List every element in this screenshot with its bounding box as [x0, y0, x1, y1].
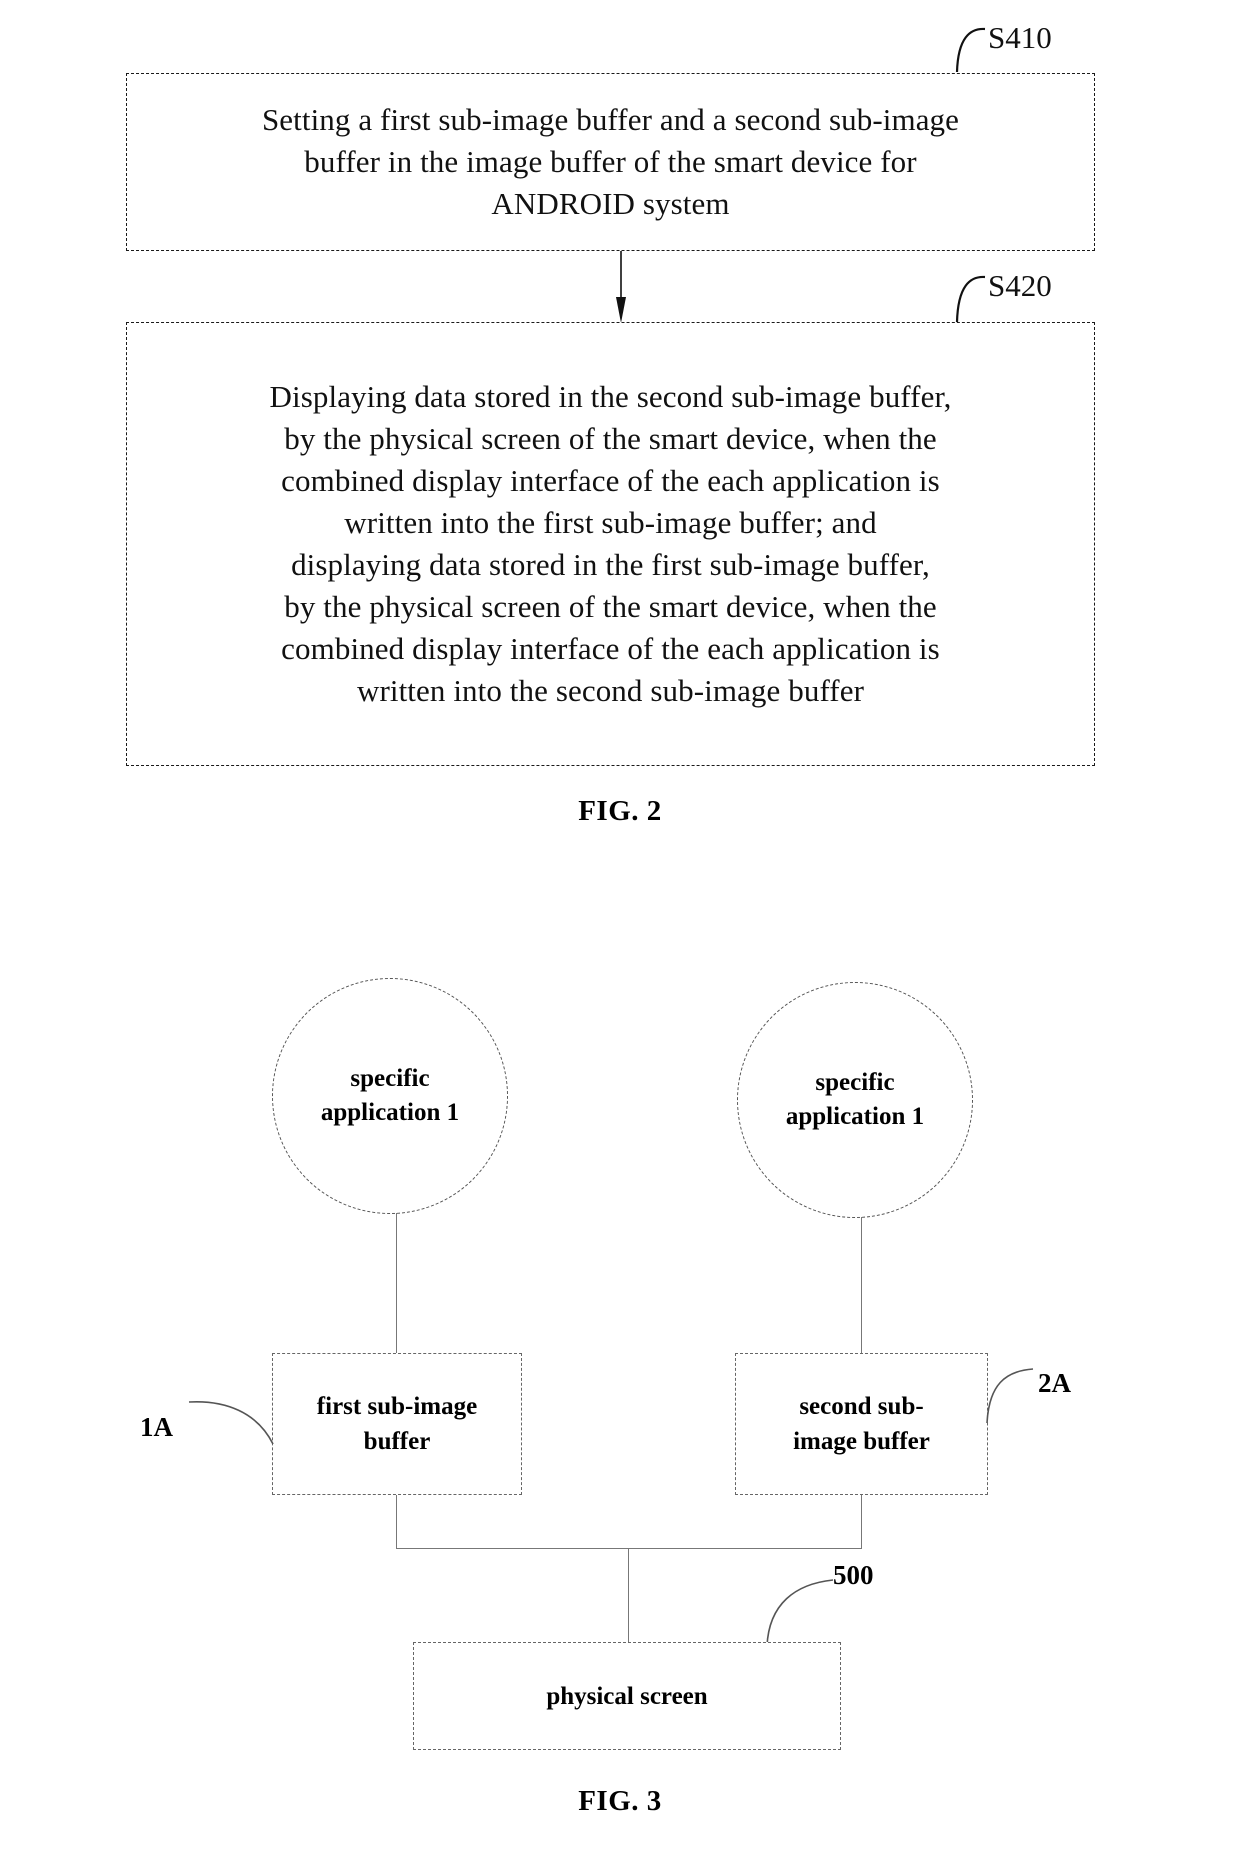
leader-line-s420: [955, 275, 986, 323]
s420-line-7: combined display interface of the each a…: [281, 631, 940, 666]
s420-line-3: combined display interface of the each a…: [281, 463, 940, 498]
s420-line-1: Displaying data stored in the second sub…: [269, 379, 952, 414]
flow-step-box-s410: Setting a first sub-image buffer and a s…: [126, 73, 1095, 251]
figure-2-caption: FIG. 2: [578, 795, 662, 827]
first-buffer-line-1: first sub-image: [316, 1393, 478, 1420]
arrow-s410-to-s420: [616, 251, 626, 323]
app-left-line-1: specific: [350, 1065, 430, 1092]
node-label-application-left: specific application 1: [289, 1062, 490, 1130]
first-buffer-line-2: buffer: [363, 1428, 431, 1455]
node-specific-application-right: specific application 1: [737, 982, 973, 1218]
connector-first-buffer-down: [396, 1495, 397, 1548]
s420-line-4: written into the first sub-image buffer;…: [344, 505, 877, 540]
s410-line-2: buffer in the image buffer of the smart …: [304, 144, 917, 179]
s410-line-3: ANDROID system: [491, 186, 730, 221]
flow-step-text-s420: Displaying data stored in the second sub…: [254, 376, 968, 712]
app-left-line-2: application 1: [320, 1099, 460, 1126]
block-label-physical-screen: physical screen: [431, 1679, 823, 1714]
connector-second-buffer-down: [861, 1495, 862, 1548]
flow-step-box-s420: Displaying data stored in the second sub…: [126, 322, 1095, 766]
leader-line-1a: [188, 1401, 274, 1445]
block-physical-screen: physical screen: [413, 1642, 841, 1750]
connector-app-left-to-first-buffer: [396, 1213, 397, 1353]
connector-buffer-bus: [396, 1548, 862, 1549]
leader-line-2a: [986, 1368, 1034, 1424]
app-right-line-1: specific: [815, 1069, 895, 1096]
block-second-sub-image-buffer: second sub- image buffer: [735, 1353, 988, 1495]
connector-app-right-to-second-buffer: [861, 1217, 862, 1353]
s420-line-6: by the physical screen of the smart devi…: [284, 589, 937, 624]
second-buffer-line-1: second sub-: [799, 1393, 924, 1420]
node-specific-application-left: specific application 1: [272, 978, 508, 1214]
node-label-application-right: specific application 1: [754, 1066, 955, 1134]
figure-3-caption: FIG. 3: [578, 1785, 662, 1817]
s420-line-5: displaying data stored in the first sub-…: [291, 547, 930, 582]
block-label-second-buffer: second sub- image buffer: [746, 1389, 977, 1459]
s420-line-2: by the physical screen of the smart devi…: [284, 421, 937, 456]
second-buffer-line-2: image buffer: [793, 1428, 930, 1455]
s420-line-8: written into the second sub-image buffer: [356, 673, 865, 708]
app-right-line-2: application 1: [785, 1103, 925, 1130]
leader-line-s410: [955, 27, 986, 73]
block-first-sub-image-buffer: first sub-image buffer: [272, 1353, 522, 1495]
block-label-first-buffer: first sub-image buffer: [283, 1389, 511, 1459]
patent-figure-sheet: S410 Setting a first sub-image buffer an…: [0, 0, 1240, 1865]
s410-line-1: Setting a first sub-image buffer and a s…: [261, 102, 960, 137]
physical-screen-label: physical screen: [546, 1682, 708, 1710]
flow-step-text-s410: Setting a first sub-image buffer and a s…: [246, 99, 975, 225]
connector-bus-to-physical-screen: [628, 1548, 629, 1642]
reference-numeral-1a: 1A: [140, 1412, 173, 1442]
